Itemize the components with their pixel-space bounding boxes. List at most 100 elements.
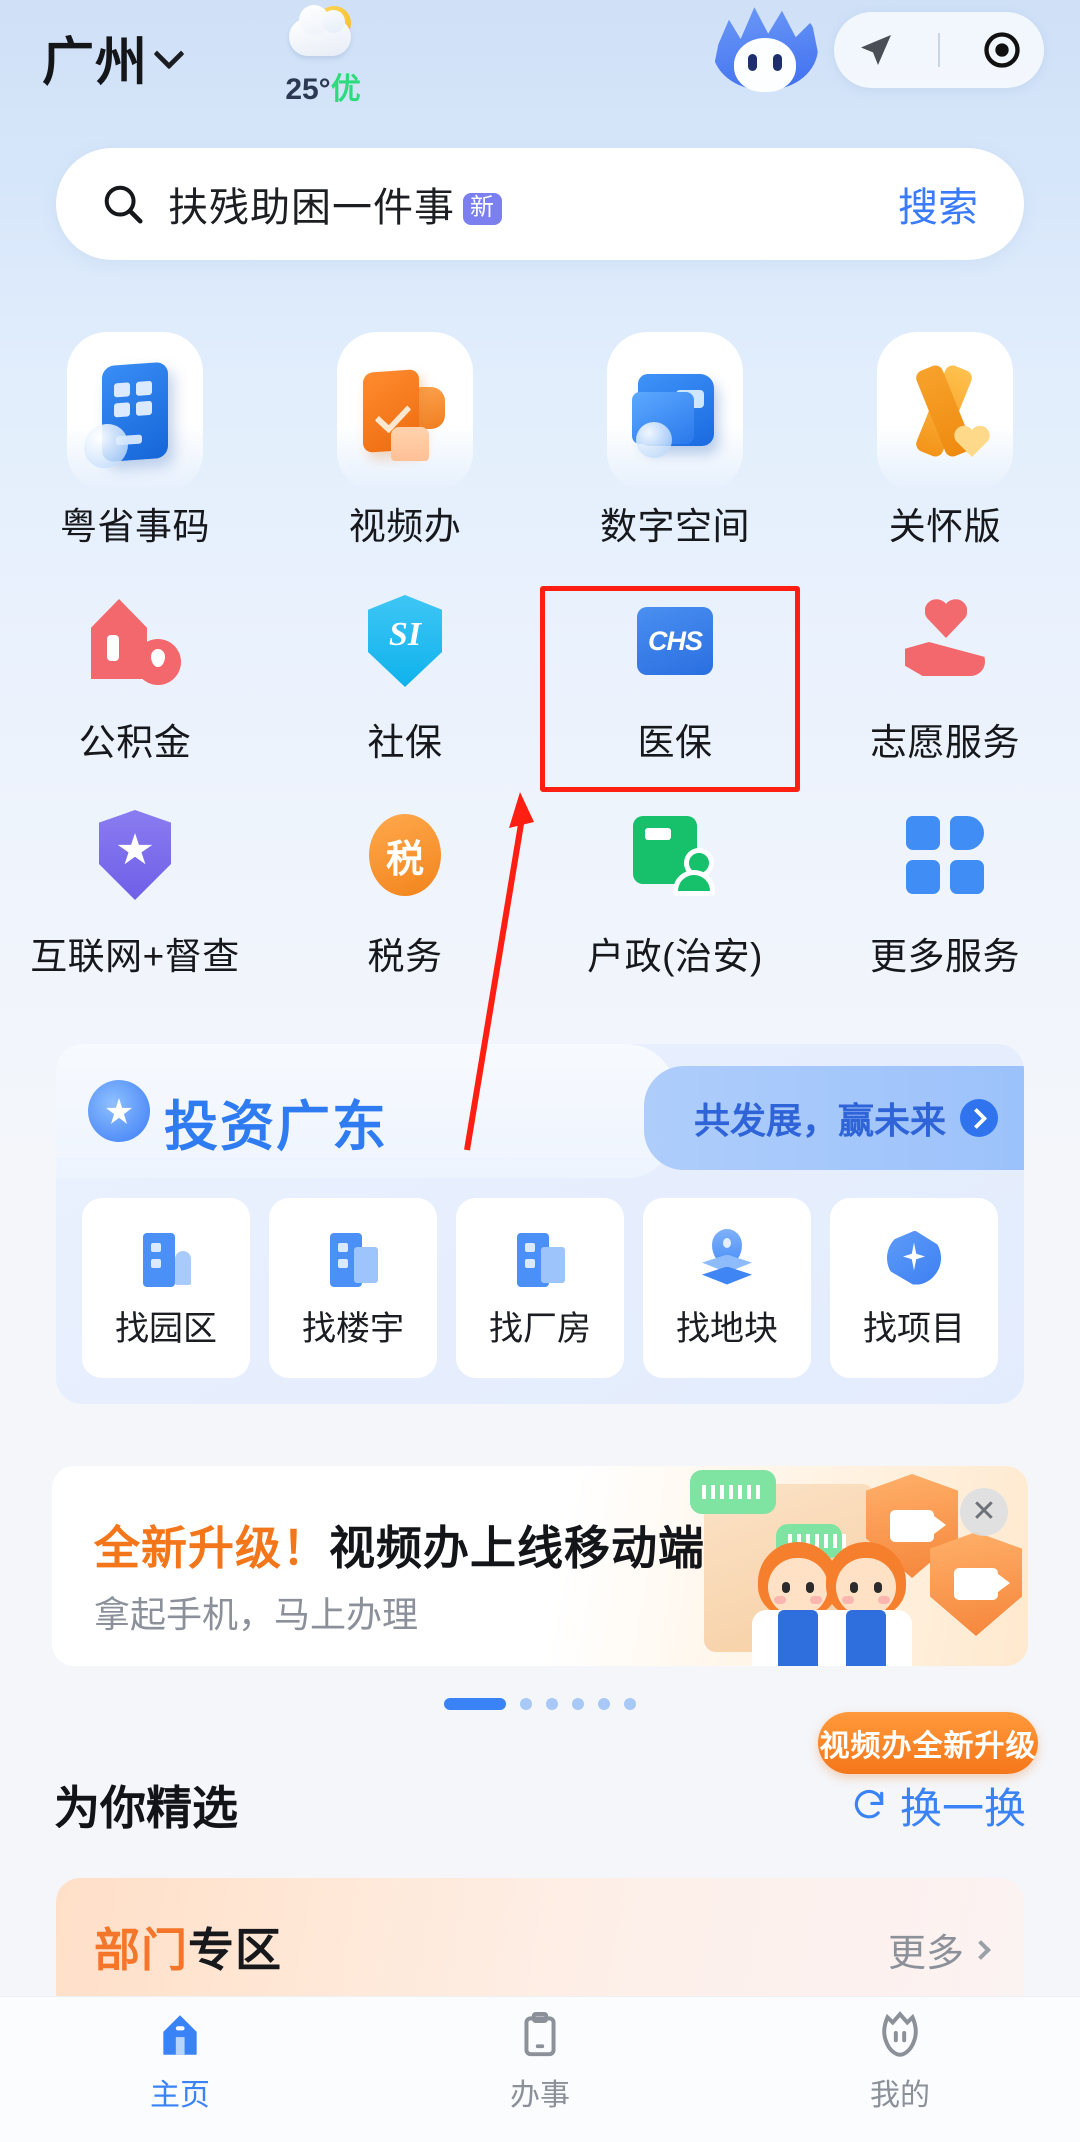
invest-item-label: 找楼宇 — [302, 1309, 404, 1348]
divider — [937, 33, 940, 67]
service-label: 税务 — [367, 936, 443, 977]
service-item-more-services[interactable]: 更多服务 — [810, 800, 1080, 980]
invest-item-label: 找园区 — [115, 1309, 217, 1348]
park-building-icon — [135, 1227, 197, 1289]
service-item-medical-insurance[interactable]: CHS 医保 — [540, 586, 810, 766]
supervision-shield-star-icon — [80, 800, 190, 910]
service-item-household-police[interactable]: 户政(治安) — [540, 800, 810, 980]
promo-title: 全新升级！视频办上线移动端 — [94, 1512, 705, 1578]
refresh-button[interactable]: 换一换 — [850, 1775, 1026, 1836]
city-selector[interactable]: 广州 — [42, 20, 185, 95]
service-label: 关怀版 — [888, 506, 1002, 547]
chevron-right-icon — [971, 1939, 991, 1960]
more-grid-icon — [890, 800, 1000, 910]
promo-badge[interactable]: 视频办全新升级 — [818, 1712, 1038, 1774]
service-item-social-insurance[interactable]: SI 社保 — [270, 586, 540, 766]
clipboard-icon — [513, 2008, 567, 2062]
invest-item-label: 找厂房 — [489, 1309, 591, 1348]
service-item-tax[interactable]: 税 税务 — [270, 800, 540, 980]
tab-profile[interactable]: 我的 — [720, 1997, 1080, 2142]
tab-home[interactable]: 主页 — [0, 1997, 360, 2142]
more-label: 更多 — [887, 1933, 964, 1975]
chs-medical-insurance-icon: CHS — [620, 586, 730, 696]
weather-readout: 25°优 — [258, 64, 388, 108]
service-label: 公积金 — [78, 722, 192, 763]
record-target-icon[interactable] — [981, 29, 1023, 71]
city-name: 广州 — [42, 34, 149, 92]
service-label: 医保 — [637, 722, 713, 763]
app-screen: 广州 25°优 扶残助困一件事 新 搜索 粤省事码 视频办 数字空间 关怀版 公… — [0, 0, 1080, 2142]
weather-temperature: 25° — [285, 73, 331, 106]
service-label: 更多服务 — [870, 936, 1020, 977]
carousel-dot[interactable] — [546, 1698, 558, 1710]
care-ribbon-icon — [877, 332, 1013, 492]
land-plot-pin-icon — [696, 1227, 758, 1289]
invest-item-project[interactable]: 找项目 — [830, 1198, 998, 1378]
promo-banner[interactable]: 全新升级！视频办上线移动端 拿起手机，马上办理 ✕ — [52, 1466, 1028, 1666]
service-item-internet-supervision[interactable]: 互联网+督查 — [0, 800, 270, 980]
household-police-card-icon — [620, 800, 730, 910]
profile-mascot-icon — [873, 2008, 927, 2062]
invest-tagline: 共发展，赢未来 — [693, 1100, 946, 1141]
close-icon[interactable]: ✕ — [960, 1488, 1008, 1536]
project-star-icon — [883, 1227, 945, 1289]
tax-icon: 税 — [350, 800, 460, 910]
service-grid: 粤省事码 视频办 数字空间 关怀版 公积金 SI 社保 CHS 医保 志愿服务 … — [0, 332, 1080, 980]
app-header: 广州 25°优 — [0, 0, 1080, 150]
service-item-volunteer[interactable]: 志愿服务 — [810, 586, 1080, 766]
invest-item-tower[interactable]: 找楼宇 — [269, 1198, 437, 1378]
service-label: 互联网+督查 — [30, 936, 240, 977]
service-label: 视频办 — [348, 506, 462, 547]
service-item-housing-fund[interactable]: 公积金 — [0, 586, 270, 766]
service-item-digital-space[interactable]: 数字空间 — [540, 332, 810, 550]
invest-item-factory[interactable]: 找厂房 — [456, 1198, 624, 1378]
search-button[interactable]: 搜索 — [898, 175, 978, 233]
carousel-dot[interactable] — [624, 1698, 636, 1710]
header-actions-pill — [834, 12, 1044, 88]
service-grid-row-1: 粤省事码 视频办 数字空间 关怀版 — [0, 332, 1080, 550]
factory-icon — [509, 1227, 571, 1289]
invest-item-label: 找地块 — [676, 1309, 778, 1348]
carousel-dot-active[interactable] — [444, 1698, 506, 1710]
volunteer-heart-hand-icon — [890, 586, 1000, 696]
service-item-yueshengshima[interactable]: 粤省事码 — [0, 332, 270, 550]
invest-title: 投资广东 — [164, 1097, 388, 1157]
department-zone-card[interactable]: 部门专区 更多 — [56, 1878, 1024, 2004]
search-input[interactable]: 扶残助困一件事新 — [168, 175, 502, 233]
office-tower-icon — [322, 1227, 384, 1289]
carousel-indicator[interactable] — [444, 1698, 636, 1710]
digital-space-folder-icon — [607, 332, 743, 492]
home-icon — [153, 2008, 207, 2062]
search-query-text: 扶残助困一件事 — [168, 186, 455, 230]
invest-tagline-button[interactable]: 共发展，赢未来 — [643, 1066, 1024, 1170]
service-label: 粤省事码 — [60, 506, 210, 547]
service-item-care-version[interactable]: 关怀版 — [810, 332, 1080, 550]
invest-item-label: 找项目 — [863, 1309, 965, 1348]
search-bar[interactable]: 扶残助困一件事新 搜索 — [56, 148, 1024, 260]
department-zone-title: 部门专区 — [94, 1914, 282, 1980]
navigation-arrow-icon[interactable] — [855, 29, 897, 71]
mascot-avatar[interactable] — [712, 2, 818, 98]
invest-guangdong-card[interactable]: 投资广东 共发展，赢未来 找园区 找楼宇 找厂房 找地块 找项目 — [56, 1044, 1024, 1404]
chevron-right-circle-icon — [960, 1099, 998, 1137]
invest-item-land[interactable]: 找地块 — [643, 1198, 811, 1378]
department-zone-title-orange: 部门 — [94, 1924, 188, 1976]
house-fund-icon — [80, 586, 190, 696]
service-item-video-service[interactable]: 视频办 — [270, 332, 540, 550]
tab-services[interactable]: 办事 — [360, 1997, 720, 2142]
refresh-label: 换一换 — [899, 1784, 1026, 1832]
service-grid-row-3: 互联网+督查 税 税务 户政(治安) 更多服务 — [0, 800, 1080, 980]
department-zone-more[interactable]: 更多 — [887, 1922, 991, 1977]
promo-title-highlight: 全新升级！ — [94, 1522, 329, 1574]
chevron-down-icon — [153, 37, 185, 70]
service-label: 社保 — [367, 722, 443, 763]
promo-subtitle: 拿起手机，马上办理 — [94, 1594, 419, 1635]
weather-widget[interactable]: 25°优 — [258, 5, 388, 108]
department-zone-title-black: 专区 — [188, 1924, 282, 1976]
invest-item-park[interactable]: 找园区 — [82, 1198, 250, 1378]
carousel-dot[interactable] — [598, 1698, 610, 1710]
carousel-dot[interactable] — [520, 1698, 532, 1710]
carousel-dot[interactable] — [572, 1698, 584, 1710]
search-new-badge: 新 — [463, 193, 502, 225]
service-label: 数字空间 — [600, 506, 750, 547]
